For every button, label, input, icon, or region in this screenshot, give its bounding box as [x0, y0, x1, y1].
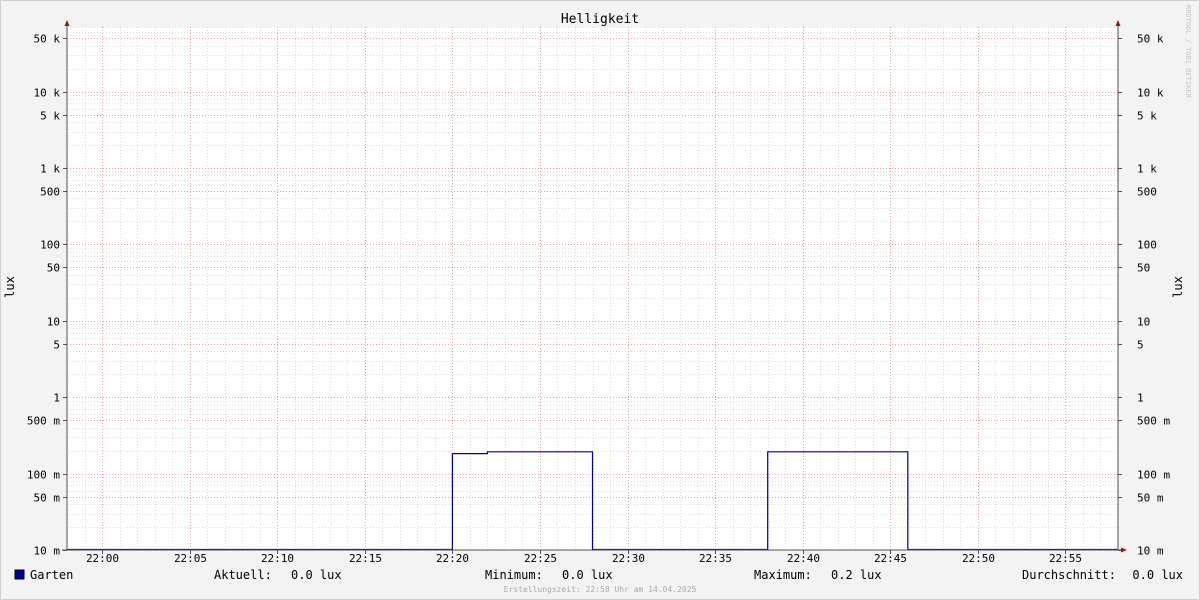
y-tick-label-right: 50 k: [1137, 33, 1164, 46]
x-tick-label: 22:45: [874, 552, 907, 565]
y-tick-label-right: 100: [1137, 239, 1157, 252]
x-tick-label: 22:30: [612, 552, 645, 565]
y-tick-label-left: 1: [53, 392, 60, 405]
y-tick-label-left: 5 k: [40, 110, 60, 123]
x-tick-label: 22:25: [524, 552, 557, 565]
chart-title: Helligkeit: [561, 12, 639, 27]
y-tick-label-right: 100 m: [1137, 469, 1170, 482]
legend-series-name: Garten: [30, 568, 73, 582]
y-tick-label-left: 100 m: [27, 469, 60, 482]
y-tick-label-right: 5 k: [1137, 110, 1157, 123]
x-tick-label: 22:00: [86, 552, 119, 565]
x-tick-label: 22:35: [699, 552, 732, 565]
y-tick-label-left: 10 m: [34, 545, 61, 558]
y-tick-label-left: 10 k: [34, 87, 61, 100]
y-tick-label-right: 10: [1137, 316, 1150, 329]
y-tick-label-right: 10 k: [1137, 87, 1164, 100]
x-tick-label: 22:55: [1049, 552, 1082, 565]
legend-stat-value-maximum: 0.2 lux: [831, 568, 882, 582]
legend-stat-label-minimum: Minimum:: [485, 568, 543, 582]
y-tick-label-right: 1: [1137, 392, 1144, 405]
legend-stat-label-current: Aktuell:: [214, 568, 272, 582]
y-tick-label-left: 100: [40, 239, 60, 252]
y-tick-label-left: 5: [53, 339, 60, 352]
x-tick-label: 22:10: [261, 552, 294, 565]
creation-time-footer: Erstellungszeit: 22:58 Uhr am 14.04.2025: [504, 585, 697, 594]
y-tick-label-left: 10: [47, 316, 60, 329]
y-tick-label-left: 50 m: [34, 492, 61, 505]
legend-stat-value-current: 0.0 lux: [291, 568, 342, 582]
x-tick-label: 22:05: [174, 552, 207, 565]
x-tick-label: 22:15: [349, 552, 382, 565]
legend-swatch-garten: [14, 569, 25, 580]
x-tick-label: 22:50: [962, 552, 995, 565]
rrdtool-watermark: RRDTOOL / TOBI OETIKER: [1184, 5, 1192, 99]
x-tick-label: 22:40: [787, 552, 820, 565]
legend-stat-value-average: 0.0 lux: [1132, 568, 1183, 582]
legend-stat-value-minimum: 0.0 lux: [562, 568, 613, 582]
y-tick-label-left: 50 k: [34, 33, 61, 46]
y-axis-label-right: lux: [1171, 276, 1185, 298]
chart-svg: Helligkeit lux lux RRDTOOL / TOBI OETIKE…: [0, 0, 1200, 600]
y-tick-label-left: 500 m: [27, 415, 60, 428]
y-tick-label-right: 500: [1137, 186, 1157, 199]
y-tick-label-right: 10 m: [1137, 545, 1164, 558]
y-tick-label-right: 500 m: [1137, 415, 1170, 428]
x-tick-label: 22:20: [436, 552, 469, 565]
y-tick-label-left: 50: [47, 262, 60, 275]
y-tick-label-right: 5: [1137, 339, 1144, 352]
y-axis-label-left: lux: [3, 276, 17, 298]
legend-stat-label-average: Durchschnitt:: [1022, 568, 1116, 582]
legend-stat-label-maximum: Maximum:: [754, 568, 812, 582]
y-tick-label-right: 50 m: [1137, 492, 1164, 505]
chart-frame: Helligkeit lux lux RRDTOOL / TOBI OETIKE…: [0, 0, 1200, 600]
y-tick-label-right: 50: [1137, 262, 1150, 275]
y-tick-label-left: 1 k: [40, 163, 60, 176]
y-tick-label-left: 500: [40, 186, 60, 199]
y-tick-label-right: 1 k: [1137, 163, 1157, 176]
